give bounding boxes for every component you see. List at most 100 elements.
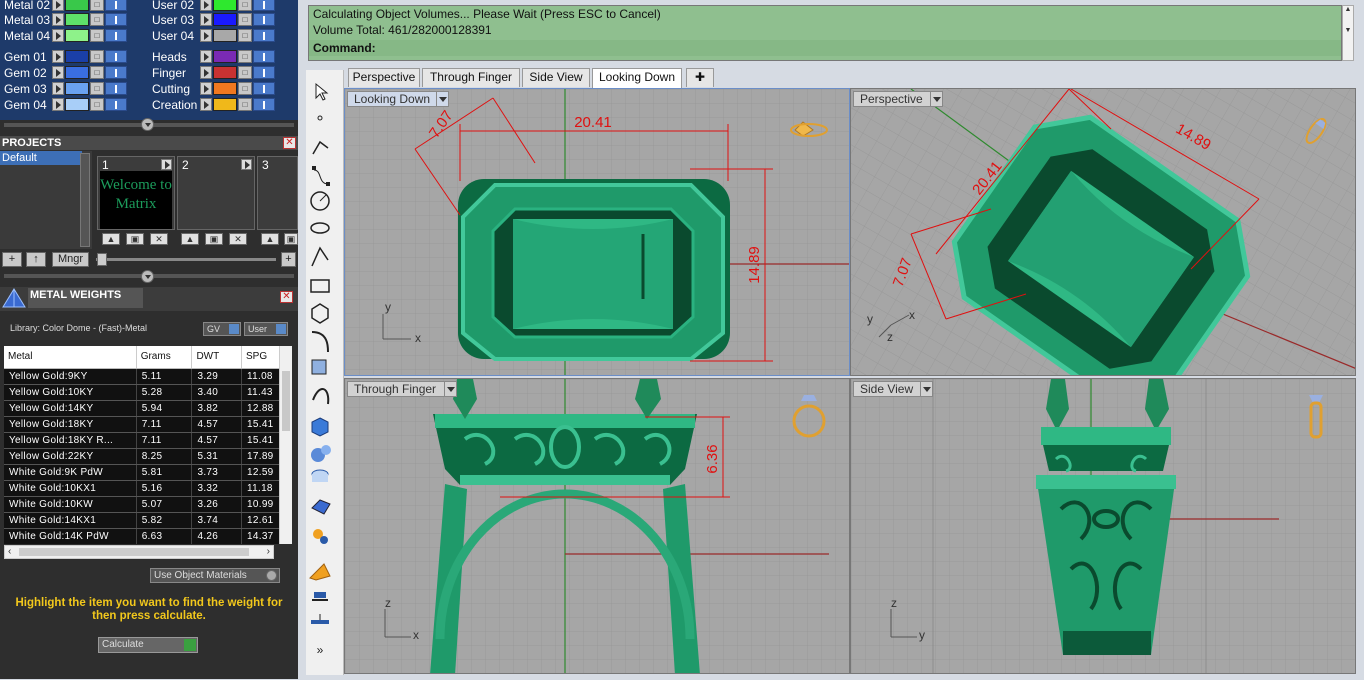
go-icon[interactable] bbox=[184, 639, 196, 651]
visibility-icon[interactable] bbox=[253, 82, 275, 95]
layer-color-swatch[interactable] bbox=[65, 50, 89, 63]
viewport-menu-icon[interactable] bbox=[930, 92, 942, 106]
viewport-label-through-finger[interactable]: Through Finger bbox=[347, 381, 457, 397]
command-scrollbar[interactable]: ▲ ▼ bbox=[1342, 5, 1354, 61]
table-horizontal-scrollbar[interactable]: ‹ › bbox=[4, 545, 274, 559]
visibility-icon[interactable] bbox=[105, 98, 127, 111]
project-slot-1[interactable]: 1 Welcome to Matrix bbox=[97, 156, 175, 230]
close-metal-weights-icon[interactable]: ✕ bbox=[280, 291, 293, 303]
layer-color-swatch[interactable] bbox=[213, 66, 237, 79]
table-row[interactable]: Yellow Gold:9KY 5.11 3.29 11.08 bbox=[4, 368, 292, 385]
close-projects-icon[interactable]: ✕ bbox=[283, 137, 296, 149]
add-project-button[interactable]: + bbox=[2, 252, 22, 267]
collapse-arrow-icon[interactable] bbox=[141, 270, 154, 283]
projects-scrollbar[interactable] bbox=[80, 153, 90, 247]
table-row[interactable]: White Gold:10KW 5.07 3.26 10.99 bbox=[4, 496, 292, 513]
layer-row[interactable]: User 02 □ bbox=[150, 0, 275, 12]
layer-color-swatch[interactable] bbox=[65, 82, 89, 95]
project-item-default[interactable]: Default bbox=[0, 151, 82, 165]
lock-icon[interactable]: □ bbox=[238, 66, 252, 79]
layer-row[interactable]: Heads □ bbox=[150, 49, 275, 64]
visibility-icon[interactable] bbox=[105, 0, 127, 11]
collapse-arrow-icon[interactable] bbox=[141, 118, 154, 131]
column-header-metal[interactable]: Metal bbox=[4, 346, 137, 369]
layer-color-swatch[interactable] bbox=[213, 98, 237, 111]
scroll-thumb[interactable] bbox=[19, 548, 249, 556]
visibility-icon[interactable] bbox=[253, 66, 275, 79]
slot-up-icon[interactable]: ▲ bbox=[181, 233, 199, 245]
layer-row[interactable]: Metal 02 □ bbox=[2, 0, 127, 12]
user-toggle-icon[interactable] bbox=[276, 324, 286, 334]
scroll-right-icon[interactable]: › bbox=[267, 546, 270, 557]
slot-save-icon[interactable]: ▣ bbox=[205, 233, 223, 245]
calculate-button[interactable]: Calculate bbox=[98, 637, 198, 653]
slot-up-icon[interactable]: ▲ bbox=[261, 233, 279, 245]
slot-delete-icon[interactable]: ✕ bbox=[229, 233, 247, 245]
layer-color-swatch[interactable] bbox=[65, 29, 89, 42]
table-row[interactable]: White Gold:9K PdW 5.81 3.73 12.59 bbox=[4, 464, 292, 481]
lock-icon[interactable]: □ bbox=[238, 50, 252, 63]
layer-row[interactable]: Creation □ bbox=[150, 97, 275, 112]
viewport-side-view[interactable]: z y Side View bbox=[850, 378, 1356, 674]
tab-through-finger[interactable]: Through Finger bbox=[422, 68, 520, 87]
layer-arrow-icon[interactable] bbox=[52, 98, 64, 111]
layer-color-swatch[interactable] bbox=[213, 29, 237, 42]
layer-color-swatch[interactable] bbox=[65, 13, 89, 26]
up-project-button[interactable]: ↑ bbox=[26, 252, 46, 267]
layer-arrow-icon[interactable] bbox=[52, 66, 64, 79]
lock-icon[interactable]: □ bbox=[90, 0, 104, 11]
layer-arrow-icon[interactable] bbox=[200, 82, 212, 95]
lock-icon[interactable]: □ bbox=[90, 50, 104, 63]
lock-icon[interactable]: □ bbox=[238, 13, 252, 26]
visibility-icon[interactable] bbox=[253, 13, 275, 26]
column-header-grams[interactable]: Grams bbox=[136, 346, 193, 369]
lock-icon[interactable]: □ bbox=[90, 98, 104, 111]
table-row[interactable]: Yellow Gold:10KY 5.28 3.40 11.43 bbox=[4, 384, 292, 401]
layer-color-swatch[interactable] bbox=[213, 82, 237, 95]
layer-color-swatch[interactable] bbox=[65, 66, 89, 79]
add-tab-button[interactable]: ✚ bbox=[686, 68, 714, 87]
table-row[interactable]: Yellow Gold:18KY 7.11 4.57 15.41 bbox=[4, 416, 292, 433]
lock-icon[interactable]: □ bbox=[90, 13, 104, 26]
layer-row[interactable]: Metal 03 □ bbox=[2, 12, 127, 27]
tab-perspective[interactable]: Perspective bbox=[348, 68, 420, 87]
layer-color-swatch[interactable] bbox=[65, 0, 89, 11]
viewport-menu-icon[interactable] bbox=[444, 382, 456, 396]
viewport-through-finger[interactable]: 6.36 z x Through Finger bbox=[344, 378, 850, 674]
visibility-icon[interactable] bbox=[253, 29, 275, 42]
layer-arrow-icon[interactable] bbox=[52, 82, 64, 95]
slot-menu-icon[interactable] bbox=[161, 159, 172, 170]
gv-toggle-icon[interactable] bbox=[229, 324, 239, 334]
viewport-label-looking-down[interactable]: Looking Down bbox=[347, 91, 449, 107]
lock-icon[interactable]: □ bbox=[90, 82, 104, 95]
viewport-menu-icon[interactable] bbox=[436, 92, 448, 106]
visibility-icon[interactable] bbox=[253, 0, 275, 11]
visibility-icon[interactable] bbox=[105, 29, 127, 42]
zoom-slider[interactable] bbox=[96, 258, 276, 261]
table-row[interactable]: White Gold:14K PdW 6.63 4.26 14.37 bbox=[4, 528, 292, 544]
user-select[interactable]: User bbox=[244, 322, 288, 336]
layer-arrow-icon[interactable] bbox=[52, 50, 64, 63]
slot-save-icon[interactable]: ▣ bbox=[284, 233, 298, 245]
project-slot-3[interactable]: 3 bbox=[257, 156, 298, 230]
lock-icon[interactable]: □ bbox=[90, 29, 104, 42]
table-row[interactable]: Yellow Gold:22KY 8.25 5.31 17.89 bbox=[4, 448, 292, 465]
layer-row[interactable]: Gem 03 □ bbox=[2, 81, 127, 96]
visibility-icon[interactable] bbox=[253, 98, 275, 111]
project-slot-2[interactable]: 2 bbox=[177, 156, 255, 230]
layer-color-swatch[interactable] bbox=[213, 13, 237, 26]
gv-select[interactable]: GV bbox=[203, 322, 241, 336]
layer-row[interactable]: User 03 □ bbox=[150, 12, 275, 27]
column-header-dwt[interactable]: DWT bbox=[191, 346, 243, 369]
layer-arrow-icon[interactable] bbox=[200, 13, 212, 26]
layer-arrow-icon[interactable] bbox=[200, 29, 212, 42]
zoom-in-button[interactable]: + bbox=[281, 252, 296, 267]
layer-row[interactable]: Finger □ bbox=[150, 65, 275, 80]
table-row[interactable]: White Gold:10KX1 5.16 3.32 11.18 bbox=[4, 480, 292, 497]
lock-icon[interactable]: □ bbox=[238, 98, 252, 111]
slot-up-icon[interactable]: ▲ bbox=[102, 233, 120, 245]
lock-icon[interactable]: □ bbox=[238, 82, 252, 95]
layer-color-swatch[interactable] bbox=[213, 0, 237, 11]
slot-delete-icon[interactable]: ✕ bbox=[150, 233, 168, 245]
visibility-icon[interactable] bbox=[253, 50, 275, 63]
